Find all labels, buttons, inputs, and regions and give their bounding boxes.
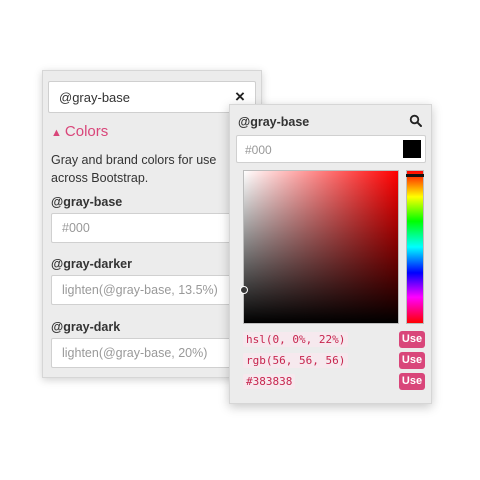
- search-input[interactable]: @gray-base ×: [48, 81, 256, 113]
- variable-label-gray-dark: @gray-dark: [51, 320, 121, 334]
- format-value-rgb: rgb(56, 56, 56): [243, 353, 349, 368]
- color-picker-popover: @gray-base #000 hsl(0, 0%, 22%) Use rgb(…: [229, 104, 432, 404]
- search-input-value: @gray-base: [59, 90, 131, 105]
- search-icon[interactable]: [409, 114, 423, 128]
- color-value-text: #000: [245, 143, 272, 157]
- saturation-value-area[interactable]: [240, 170, 399, 324]
- format-row-rgb: rgb(56, 56, 56) Use: [243, 352, 425, 370]
- format-row-hsl: hsl(0, 0%, 22%) Use: [243, 331, 425, 349]
- use-rgb-button[interactable]: Use: [399, 352, 425, 369]
- color-preview-swatch: [403, 140, 421, 158]
- format-value-hex: #383838: [243, 374, 296, 389]
- variable-input-gray-base[interactable]: #000: [51, 213, 256, 243]
- format-value-hsl: hsl(0, 0%, 22%): [243, 332, 349, 347]
- use-hex-button[interactable]: Use: [399, 373, 425, 390]
- variable-label-gray-darker: @gray-darker: [51, 257, 132, 271]
- caret-up-icon: ▲: [51, 127, 62, 139]
- format-row-hex: #383838 Use: [243, 373, 425, 391]
- saturation-handle[interactable]: [240, 286, 248, 294]
- section-description: Gray and brand colors for use across Boo…: [51, 153, 217, 185]
- hue-handle[interactable]: [406, 174, 424, 177]
- color-value-input[interactable]: #000: [236, 135, 426, 163]
- variable-input-gray-dark[interactable]: lighten(@gray-base, 20%): [51, 338, 256, 368]
- picker-title: @gray-base: [238, 115, 310, 129]
- section-title-colors[interactable]: ▲ Colors: [51, 123, 108, 140]
- variable-label-gray-base: @gray-base: [51, 195, 123, 209]
- hue-slider[interactable]: [406, 170, 424, 324]
- section-title-label: Colors: [64, 123, 109, 140]
- use-hsl-button[interactable]: Use: [399, 331, 425, 348]
- variable-input-gray-darker[interactable]: lighten(@gray-base, 13.5%): [51, 275, 256, 305]
